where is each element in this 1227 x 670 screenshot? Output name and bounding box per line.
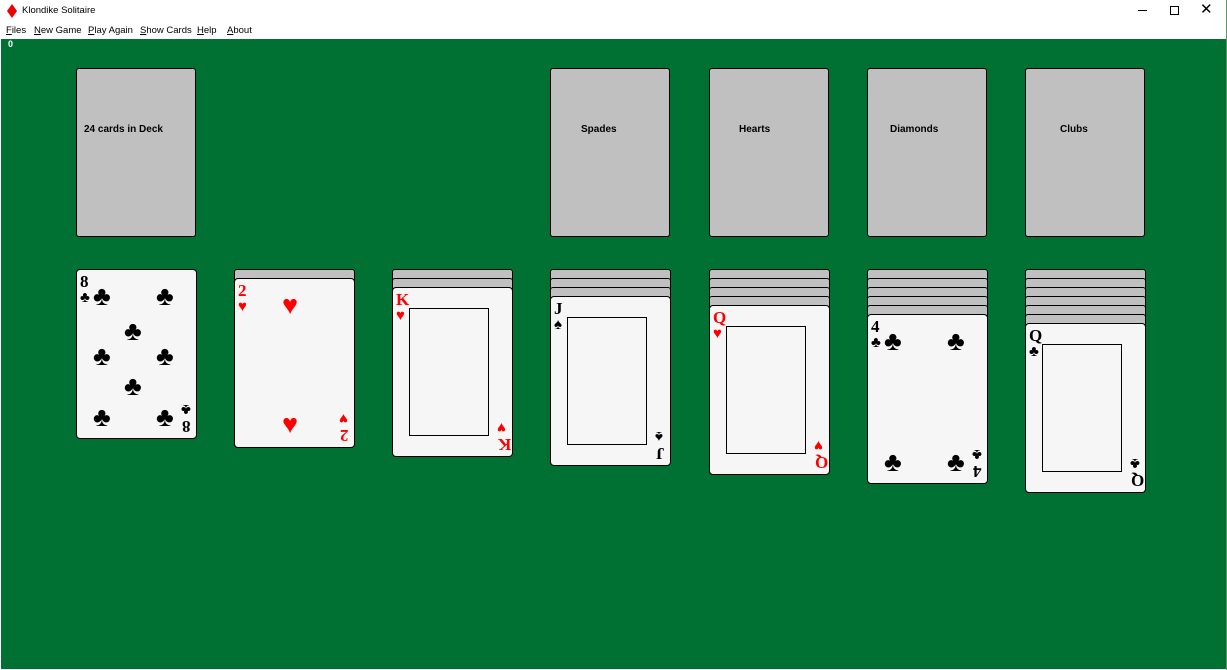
tableau-card[interactable]: J ♠ ♠ J xyxy=(550,296,671,466)
maximize-icon xyxy=(1170,6,1179,15)
heart-icon: ♥ xyxy=(814,437,823,454)
close-icon: ✕ xyxy=(1200,1,1213,18)
club-icon: ♣ xyxy=(93,281,111,311)
foundation-clubs[interactable]: Clubs xyxy=(1025,68,1145,237)
tableau-card[interactable]: 8 ♣ ♣ ♣ ♣ ♣ ♣ ♣ ♣ ♣ ♣ 8 xyxy=(76,269,197,439)
stock-pile[interactable]: 24 cards in Deck xyxy=(76,68,196,237)
foundation-spades[interactable]: Spades xyxy=(550,68,670,237)
club-icon: ♣ xyxy=(972,446,982,463)
tableau-card[interactable]: 2 ♥ ♥ ♥ ♥ 2 xyxy=(234,278,355,448)
minimize-icon xyxy=(1138,10,1147,11)
red-diamond-icon xyxy=(7,4,17,18)
club-icon: ♣ xyxy=(93,341,111,371)
spade-icon: ♠ xyxy=(655,428,663,445)
stock-count-label: 24 cards in Deck xyxy=(84,124,163,135)
menu-show-cards[interactable]: Show Cards xyxy=(140,25,192,36)
foundation-label: Spades xyxy=(581,124,617,135)
maximize-button[interactable] xyxy=(1156,0,1194,22)
heart-icon: ♥ xyxy=(339,410,348,427)
menu-bar: Files New Game Play Again Show Cards Hel… xyxy=(0,23,1227,39)
heart-icon: ♥ xyxy=(713,325,722,342)
court-card-frame xyxy=(726,326,806,454)
foundation-label: Clubs xyxy=(1060,124,1088,135)
menu-new-game[interactable]: New Game xyxy=(34,25,82,36)
foundation-diamonds[interactable]: Diamonds xyxy=(867,68,987,237)
card-rank: 8 xyxy=(182,417,191,436)
card-rank: Q xyxy=(713,308,727,327)
heart-icon: ♥ xyxy=(282,290,299,320)
game-table: 0 24 cards in Deck Spades Hearts Diamond… xyxy=(1,39,1226,669)
club-icon: ♣ xyxy=(156,402,174,432)
card-rank: K xyxy=(498,435,512,454)
foundation-label: Diamonds xyxy=(890,124,939,135)
club-icon: ♣ xyxy=(947,447,965,477)
card-rank: Q xyxy=(1029,326,1043,345)
card-rank: 2 xyxy=(238,281,247,300)
menu-about[interactable]: About xyxy=(227,25,252,36)
menu-help[interactable]: Help xyxy=(197,25,217,36)
card-rank: 2 xyxy=(340,426,349,445)
court-card-frame xyxy=(567,317,647,445)
club-icon: ♣ xyxy=(884,326,902,356)
club-icon: ♣ xyxy=(80,289,90,306)
club-icon: ♣ xyxy=(93,402,111,432)
foundation-label: Hearts xyxy=(739,124,771,135)
heart-icon: ♥ xyxy=(282,409,299,439)
card-rank: J xyxy=(656,444,665,463)
card-rank: Q xyxy=(815,453,829,472)
title-bar: Klondike Solitaire ✕ xyxy=(0,0,1227,23)
club-icon: ♣ xyxy=(884,447,902,477)
menu-play-again[interactable]: Play Again xyxy=(88,25,133,36)
court-card-frame xyxy=(409,308,489,436)
club-icon: ♣ xyxy=(181,401,191,418)
heart-icon: ♥ xyxy=(396,307,405,324)
club-icon: ♣ xyxy=(947,326,965,356)
card-rank: 8 xyxy=(80,272,89,291)
tableau-card[interactable]: Q ♥ ♥ Q xyxy=(709,305,830,475)
menu-files[interactable]: Files xyxy=(6,25,26,36)
club-icon: ♣ xyxy=(156,341,174,371)
foundation-hearts[interactable]: Hearts xyxy=(709,68,829,237)
club-icon: ♣ xyxy=(156,281,174,311)
tableau-card[interactable]: 4 ♣ ♣ ♣ ♣ ♣ ♣ 4 xyxy=(867,314,988,484)
close-button[interactable]: ✕ xyxy=(1190,0,1227,22)
card-rank: K xyxy=(396,290,410,309)
club-icon: ♣ xyxy=(124,371,142,401)
court-card-frame xyxy=(1042,344,1122,472)
club-icon: ♣ xyxy=(1130,455,1140,472)
tableau-card[interactable]: K ♥ ♥ K xyxy=(392,287,513,457)
club-icon: ♣ xyxy=(1029,343,1039,360)
score: 0 xyxy=(8,39,14,49)
club-icon: ♣ xyxy=(124,316,142,346)
card-rank: Q xyxy=(1131,471,1145,490)
card-rank: J xyxy=(554,299,563,318)
window-title: Klondike Solitaire xyxy=(22,5,96,16)
card-rank: 4 xyxy=(973,462,982,481)
tableau-card[interactable]: Q ♣ ♣ Q xyxy=(1025,323,1146,493)
heart-icon: ♥ xyxy=(238,298,247,315)
spade-icon: ♠ xyxy=(554,316,562,333)
card-rank: 4 xyxy=(871,317,880,336)
heart-icon: ♥ xyxy=(497,419,506,436)
club-icon: ♣ xyxy=(871,334,881,351)
